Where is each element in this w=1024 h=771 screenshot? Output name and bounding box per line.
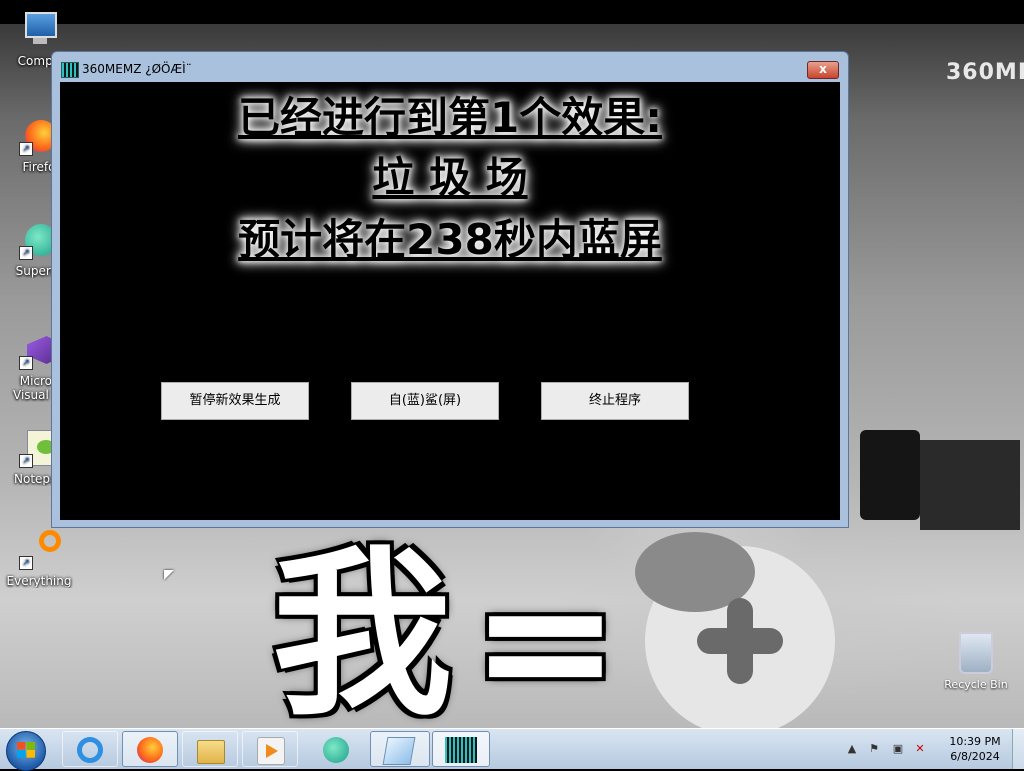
window-client-area: 已经进行到第1个效果: 垃 圾 场 预计将在238秒内蓝屏 暂停新效果生成 自(… xyxy=(60,82,840,520)
windows-logo-icon xyxy=(17,742,35,758)
360-logo-icon xyxy=(635,532,835,728)
volume-muted-icon[interactable]: ✕ xyxy=(914,743,926,755)
overlay-text-me: 我 xyxy=(272,531,453,729)
shortcut-arrow-icon: ↗ xyxy=(19,356,33,370)
internet-explorer-icon xyxy=(77,737,103,763)
window-titlebar[interactable]: 360MEMZ ¿ØÖÆÌ¨ x xyxy=(52,52,848,82)
clock-time: 10:39 PM xyxy=(949,735,1001,748)
taskbar-app-media-player[interactable] xyxy=(242,731,298,767)
effect-progress-text: 已经进行到第1个效果: xyxy=(237,93,663,142)
bluescreen-countdown-text: 预计将在238秒内蓝屏 xyxy=(238,215,662,264)
taskbar-app-360memz[interactable] xyxy=(432,731,490,767)
network-icon[interactable]: ▣ xyxy=(892,743,904,755)
shortcut-arrow-icon: ↗ xyxy=(19,454,33,468)
show-hidden-icons-icon[interactable]: ▲ xyxy=(846,743,858,755)
computer-icon xyxy=(19,10,59,50)
window-title: 360MEMZ ¿ØÖÆÌ¨ xyxy=(82,62,192,76)
background-object xyxy=(860,430,920,520)
taskbar-app-firefox[interactable] xyxy=(122,731,178,767)
overlay-equals: = xyxy=(470,537,621,729)
background-object xyxy=(920,440,1020,530)
notepad-icon xyxy=(382,737,416,765)
desktop-icon-label: Everything xyxy=(6,574,72,588)
media-player-icon xyxy=(257,737,285,765)
terminate-program-button[interactable]: 终止程序 xyxy=(541,382,689,420)
360memz-app-icon xyxy=(61,62,79,78)
desktop-icon-label: Recycle Bin xyxy=(944,678,1008,691)
taskbar-app-notepad[interactable] xyxy=(370,731,430,767)
self-bluescreen-button[interactable]: 自(蓝)鲨(屏) xyxy=(351,382,499,420)
folder-icon xyxy=(197,740,225,764)
taskbar: ▲ ⚑ ▣ ✕ 10:39 PM 6/8/2024 xyxy=(0,728,1024,771)
close-button[interactable]: x xyxy=(807,61,839,79)
supermium-icon xyxy=(323,737,349,763)
taskbar-app-file-explorer[interactable] xyxy=(182,731,238,767)
taskbar-app-supermium[interactable] xyxy=(308,731,364,767)
clock-date: 6/8/2024 xyxy=(950,750,1000,763)
action-center-flag-icon[interactable]: ⚑ xyxy=(868,743,880,755)
system-clock[interactable]: 10:39 PM 6/8/2024 xyxy=(940,734,1010,764)
taskbar-app-internet-explorer[interactable] xyxy=(62,731,118,767)
360memz-icon xyxy=(445,737,477,763)
shortcut-arrow-icon: ↗ xyxy=(19,142,33,156)
shortcut-arrow-icon: ↗ xyxy=(19,556,33,570)
firefox-icon xyxy=(137,737,163,763)
shortcut-arrow-icon: ↗ xyxy=(19,246,33,260)
pause-effects-button[interactable]: 暂停新效果生成 xyxy=(161,382,309,420)
360memz-window: 360MEMZ ¿ØÖÆÌ¨ x 已经进行到第1个效果: 垃 圾 场 预计将在2… xyxy=(51,51,849,528)
desktop-icon-recycle-bin[interactable]: Recycle Bin xyxy=(944,632,1008,691)
360memz-watermark: 360MEMZ xyxy=(946,60,1024,85)
start-button[interactable] xyxy=(6,731,46,771)
desktop-icon-everything[interactable]: ↗ Everything xyxy=(4,530,74,588)
show-desktop-button[interactable] xyxy=(1012,729,1024,769)
recycle-bin-icon xyxy=(959,632,993,674)
everything-icon: ↗ xyxy=(19,530,61,570)
effect-name-text: 垃 圾 场 xyxy=(372,153,528,202)
mouse-cursor-icon xyxy=(164,570,174,580)
